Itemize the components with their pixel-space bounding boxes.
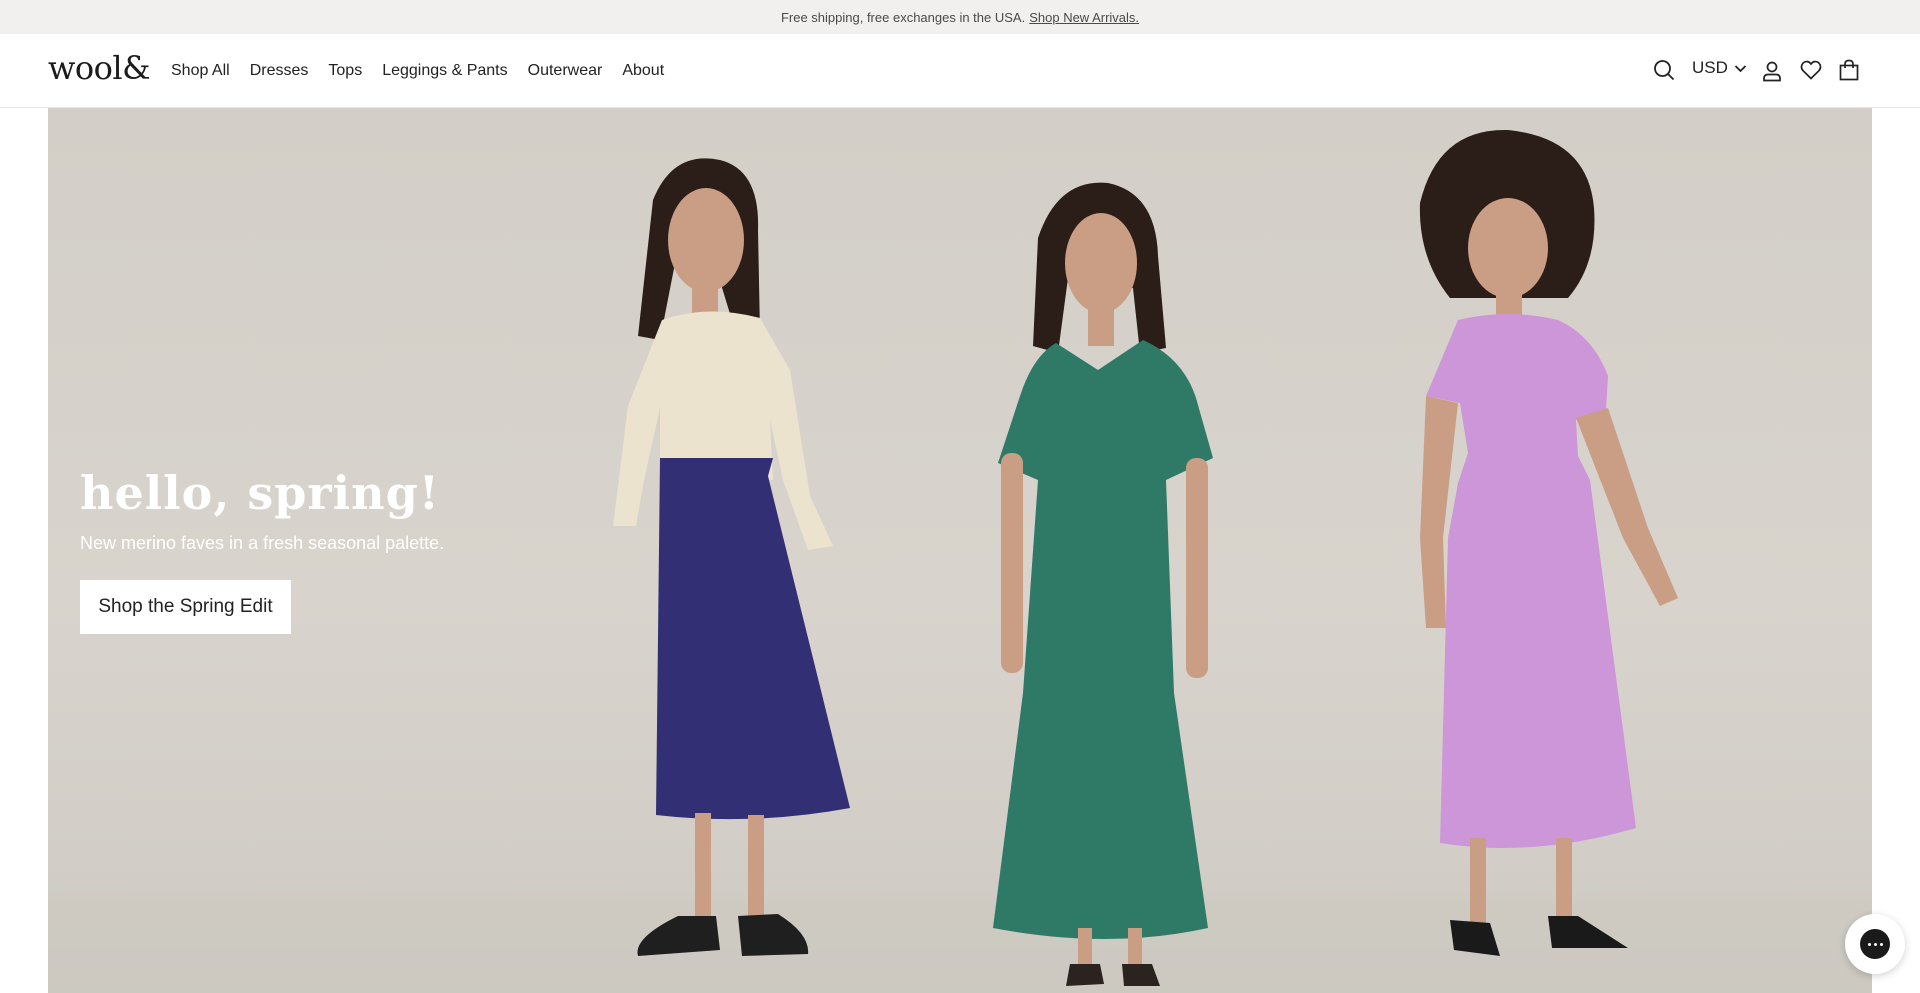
nav-dresses[interactable]: Dresses: [250, 62, 309, 80]
wishlist-button[interactable]: [1800, 60, 1822, 80]
brand-logo[interactable]: wool&: [48, 52, 151, 84]
currency-label: USD: [1692, 58, 1728, 77]
nav-tops[interactable]: Tops: [328, 62, 362, 80]
shop-spring-edit-button[interactable]: Shop the Spring Edit: [80, 580, 291, 635]
site-header: wool& Shop All Dresses Tops Leggings & P…: [0, 34, 1920, 108]
chevron-down-icon: [1734, 64, 1747, 72]
model-center: [993, 182, 1213, 986]
chat-icon: [1860, 929, 1890, 959]
bag-icon: [1839, 59, 1859, 81]
account-button[interactable]: [1762, 60, 1782, 82]
nav-about[interactable]: About: [622, 62, 664, 80]
nav-shop-all[interactable]: Shop All: [171, 62, 230, 80]
nav-leggings-pants[interactable]: Leggings & Pants: [382, 62, 507, 80]
hero-title: hello, spring!: [80, 466, 440, 520]
cart-button[interactable]: [1839, 59, 1859, 81]
account-icon: [1763, 61, 1781, 82]
hero-copy: hello, spring! New merino faves in a fre…: [80, 466, 445, 635]
main-nav: Shop All Dresses Tops Leggings & Pants O…: [171, 34, 664, 108]
model-left: [613, 158, 850, 956]
chat-widget-button[interactable]: [1845, 914, 1905, 974]
nav-outerwear[interactable]: Outerwear: [528, 62, 603, 80]
shop-new-arrivals-link[interactable]: Shop New Arrivals.: [1029, 10, 1139, 25]
heart-icon: [1800, 60, 1822, 80]
hero-subtitle: New merino faves in a fresh seasonal pal…: [80, 533, 445, 554]
search-icon: [1654, 60, 1675, 81]
search-button[interactable]: [1653, 59, 1675, 81]
announcement-text: Free shipping, free exchanges in the USA…: [780, 9, 1026, 25]
currency-selector[interactable]: USD: [1692, 58, 1747, 78]
model-right: [1419, 129, 1678, 956]
hero-banner: hello, spring! New merino faves in a fre…: [48, 108, 1872, 993]
announcement-bar: Free shipping, free exchanges in the USA…: [0, 0, 1920, 34]
